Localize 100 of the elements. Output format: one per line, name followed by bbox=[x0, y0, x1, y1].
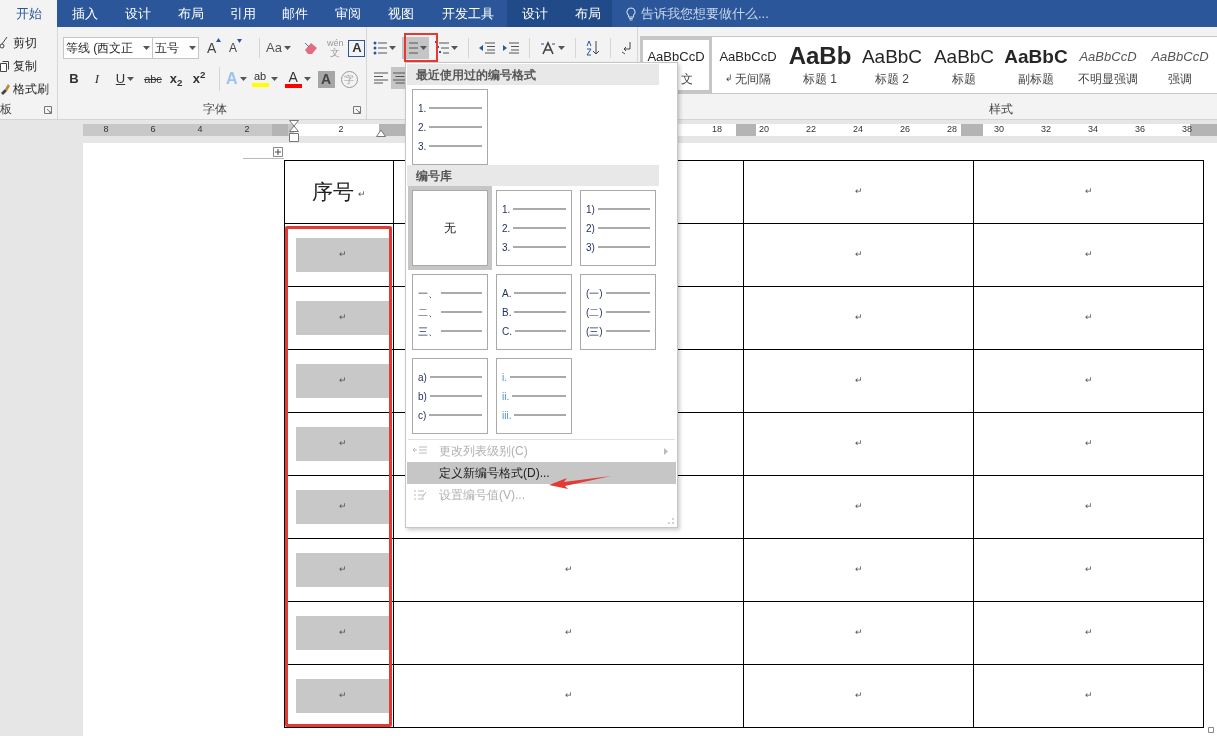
list-number: a) bbox=[418, 370, 427, 385]
list-number: 2) bbox=[586, 221, 595, 236]
underline-button[interactable]: U bbox=[109, 69, 141, 89]
style-item[interactable]: AaBbCcD 不明显强调 bbox=[1072, 37, 1144, 93]
numbering-format-tile[interactable]: A. B. C. bbox=[496, 274, 572, 350]
ribbon-tab[interactable]: 开发工具 bbox=[428, 0, 507, 27]
clipboard-button[interactable]: 格式刷 bbox=[0, 79, 57, 99]
ribbon-tab[interactable]: 邮件 bbox=[268, 0, 322, 27]
style-item[interactable]: AaBbCcD 强调 bbox=[1144, 37, 1216, 93]
list-number: ii. bbox=[502, 389, 510, 404]
selected-cell-paragraph-mark: ↵ bbox=[296, 553, 390, 587]
paragraph-mark: ↵ bbox=[1084, 689, 1093, 703]
numbering-format-tile[interactable]: 1) 2) 3) bbox=[580, 190, 656, 266]
character-shading-button[interactable]: A bbox=[317, 70, 335, 88]
menu-section-header: 编号库 bbox=[407, 165, 659, 186]
grow-font-button[interactable]: A bbox=[207, 37, 229, 59]
subscript-button[interactable]: x$_{2}$ bbox=[165, 69, 187, 89]
tell-me-search-field[interactable]: 告诉我您想要做什么... bbox=[641, 3, 769, 24]
list-number: 三、 bbox=[418, 324, 438, 339]
style-item[interactable]: AaBbCcD ↲ 无间隔 bbox=[712, 37, 784, 93]
style-item[interactable]: AaBbC 标题 bbox=[928, 37, 1000, 93]
list-number: 一、 bbox=[418, 286, 438, 301]
paragraph-mark: ↵ bbox=[854, 437, 863, 451]
selected-cell-paragraph-mark: ↵ bbox=[296, 679, 390, 713]
paragraph-mark: ↵ bbox=[1084, 311, 1093, 325]
list-number: (三) bbox=[586, 324, 603, 339]
strikethrough-button[interactable]: abc bbox=[142, 70, 164, 88]
numbering-format-tile[interactable]: i. ii. iii. bbox=[496, 358, 572, 434]
paragraph-mark: ↵ bbox=[564, 563, 573, 577]
ribbon-tab[interactable]: 布局 bbox=[164, 0, 218, 27]
paragraph-mark: ↵ bbox=[564, 689, 573, 703]
change-case-button[interactable]: Aa bbox=[259, 38, 293, 58]
numbering-format-tile[interactable]: 1. 2. 3. bbox=[496, 190, 572, 266]
selected-cell-paragraph-mark: ↵ bbox=[296, 301, 390, 335]
list-number: A. bbox=[502, 286, 512, 301]
ruler-number: 32 bbox=[1040, 123, 1052, 136]
character-border-button[interactable]: A bbox=[348, 39, 366, 57]
list-number: 1) bbox=[586, 202, 595, 217]
list-number: c) bbox=[418, 408, 427, 423]
numbering-format-tile[interactable]: a) b) c) bbox=[412, 358, 488, 434]
list-number: 1. bbox=[502, 202, 511, 217]
numbering-format-tile[interactable]: (一) (二) (三) bbox=[580, 274, 656, 350]
group-label: 样式 bbox=[989, 101, 1013, 119]
ribbon-tab[interactable]: 设计 bbox=[112, 0, 164, 27]
paragraph-mark: ↵ bbox=[1084, 563, 1093, 577]
ruler-number: 30 bbox=[993, 123, 1005, 136]
list-number: 3) bbox=[586, 240, 595, 255]
ruler-number: 6 bbox=[149, 123, 157, 136]
paragraph-mark: ↵ bbox=[1084, 374, 1093, 388]
paragraph-mark: ↵ bbox=[1084, 500, 1093, 514]
numbering-format-tile[interactable]: 一、 二、 三、 bbox=[412, 274, 488, 350]
ribbon-tab[interactable]: 引用 bbox=[218, 0, 268, 27]
font-color-button[interactable]: A bbox=[284, 70, 311, 88]
list-number: 3. bbox=[418, 139, 427, 154]
highlight-color-button[interactable]: ab bbox=[251, 71, 278, 87]
paragraph-mark: ↵ bbox=[1084, 185, 1093, 199]
group-label: 板 bbox=[0, 101, 12, 119]
column-header: 序号 bbox=[312, 179, 354, 206]
clipboard-button[interactable]: 剪切 bbox=[0, 33, 57, 53]
ruler-number: 24 bbox=[852, 123, 864, 136]
selected-cell-paragraph-mark: ↵ bbox=[296, 238, 390, 272]
font-name-dropdown[interactable]: 等线 (西文正 bbox=[63, 37, 153, 59]
bold-button[interactable]: B bbox=[63, 69, 85, 89]
ruler-number: 2 bbox=[337, 123, 345, 136]
list-number: 2. bbox=[418, 120, 427, 135]
style-item[interactable]: AaBbC 副标题 bbox=[1000, 37, 1072, 93]
ruler-number: 2 bbox=[243, 123, 251, 136]
list-number: 二、 bbox=[418, 305, 438, 320]
font-size-dropdown[interactable]: 五号 bbox=[153, 37, 199, 59]
list-number: 3. bbox=[502, 240, 511, 255]
style-item[interactable]: AaBb 标题 1 bbox=[784, 37, 856, 93]
numbering-none-tile[interactable]: 无 bbox=[412, 190, 488, 266]
ribbon-tab[interactable]: 设计 bbox=[507, 0, 563, 27]
ribbon-tab[interactable]: 审阅 bbox=[322, 0, 373, 27]
ribbon-tab[interactable]: 插入 bbox=[57, 0, 112, 27]
paragraph-mark: ↵ bbox=[1084, 437, 1093, 451]
ruler-number: 22 bbox=[805, 123, 817, 136]
paragraph-mark: ↵ bbox=[564, 626, 573, 640]
ruler-number: 28 bbox=[946, 123, 958, 136]
list-number: B. bbox=[502, 305, 512, 320]
numbering-format-tile[interactable]: 1. 2. 3. bbox=[412, 89, 488, 165]
ribbon-tab[interactable]: 视图 bbox=[373, 0, 428, 27]
list-number: (一) bbox=[586, 286, 603, 301]
clipboard-button[interactable]: 复制 bbox=[0, 56, 57, 76]
paragraph-mark: ↵ bbox=[854, 500, 863, 514]
ruler-number: 18 bbox=[711, 123, 723, 136]
ribbon-tab[interactable]: 布局 bbox=[563, 0, 612, 27]
paragraph-mark: ↵ bbox=[854, 689, 863, 703]
selected-cell-paragraph-mark: ↵ bbox=[296, 616, 390, 650]
paragraph-mark: ↵ bbox=[854, 563, 863, 577]
italic-button[interactable]: I bbox=[86, 69, 108, 89]
paragraph-mark: ↵ bbox=[854, 248, 863, 262]
selected-cell-paragraph-mark: ↵ bbox=[296, 364, 390, 398]
list-number: (二) bbox=[586, 305, 603, 320]
style-item[interactable]: AaBbC 标题 2 bbox=[856, 37, 928, 93]
ribbon-tab[interactable]: 开始 bbox=[0, 0, 57, 27]
shrink-font-button[interactable]: A bbox=[229, 39, 251, 57]
menu-item[interactable]: 定义新编号格式(D)... bbox=[407, 462, 676, 484]
superscript-button[interactable]: x$^{2}$ bbox=[188, 69, 210, 89]
list-number: C. bbox=[502, 324, 512, 339]
